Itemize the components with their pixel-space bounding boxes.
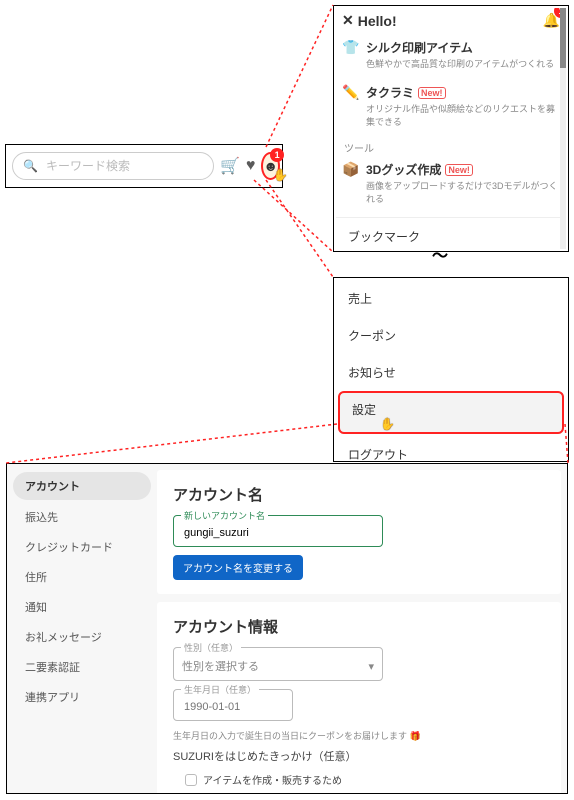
cube-icon: 📦 <box>342 161 359 178</box>
reason-title: SUZURIをはじめたきっかけ（任意） <box>173 748 545 764</box>
settings-main: アカウント名 新しいアカウント名 アカウント名を変更する アカウント情報 性別（… <box>157 464 567 793</box>
menu-item-desc: オリジナル作品や似顔絵などのリクエストを募集できる <box>366 102 562 128</box>
field-label: 新しいアカウント名 <box>181 509 268 522</box>
menu-item-label: 3Dグッズ作成 <box>366 161 441 178</box>
menu-item-label: シルク印刷アイテム <box>366 39 473 56</box>
cursor-icon: ✋ <box>273 168 288 182</box>
apparel-icon: 👕 <box>342 39 359 56</box>
bell-badge: 1 <box>554 8 566 18</box>
search-icon: 🔍 <box>23 159 38 173</box>
menu-item-sales[interactable]: 売上 <box>336 280 566 317</box>
sidebar-item-credit-card[interactable]: クレジットカード <box>13 532 151 562</box>
field-label: 生年月日（任意） <box>181 683 259 696</box>
sidebar-item-account[interactable]: アカウント <box>13 472 151 500</box>
menu-item-coupon[interactable]: クーポン <box>336 317 566 354</box>
ellipsis-wave: 〜 <box>432 242 448 266</box>
change-account-name-button[interactable]: アカウント名を変更する <box>173 555 303 580</box>
dob-field[interactable]: 生年月日（任意） <box>173 689 293 721</box>
search-input-wrapper[interactable]: 🔍 <box>12 152 214 180</box>
menu-item-settings[interactable]: 設定 ✋ <box>338 391 564 434</box>
menu-item-bookmark[interactable]: ブックマーク <box>336 218 566 249</box>
sidebar-item-2fa[interactable]: 二要素認証 <box>13 652 151 682</box>
menu-item-desc: 色鮮やかで高品質な印刷のアイテムがつくれる <box>366 57 562 70</box>
dropdown-greeting: Hello! <box>358 13 397 29</box>
sidebar-item-bank[interactable]: 振込先 <box>13 502 151 532</box>
sidebar-item-address[interactable]: 住所 <box>13 562 151 592</box>
dropdown-header: ✕ Hello! 🔔 1 <box>336 8 566 33</box>
reason-option-create-sell[interactable]: アイテムを作成・販売するため <box>173 768 545 791</box>
sidebar-item-integrations[interactable]: 連携アプリ <box>13 682 151 712</box>
account-dropdown-bottom: 売上 クーポン お知らせ 設定 ✋ ログアウト <box>333 277 569 462</box>
menu-item-desc: 画像をアップロードするだけで3Dモデルがつくれる <box>366 179 562 205</box>
dob-note: 生年月日の入力で誕生日の当日にクーポンをお届けします 🎁 <box>173 729 545 742</box>
section-label-tool: ツール <box>336 136 566 155</box>
gender-value: 性別を選択する <box>182 658 259 674</box>
section-title-account-info: アカウント情報 <box>173 616 545 637</box>
account-dropdown-top: ✕ Hello! 🔔 1 👕 シルク印刷アイテム 色鮮やかで高品質な印刷のアイテ… <box>333 5 569 252</box>
account-name-card: アカウント名 新しいアカウント名 アカウント名を変更する <box>157 470 561 594</box>
menu-item-silk-print[interactable]: 👕 シルク印刷アイテム 色鮮やかで高品質な印刷のアイテムがつくれる <box>336 33 566 78</box>
dob-input[interactable] <box>182 700 284 714</box>
heart-icon[interactable]: ♥ <box>246 157 256 175</box>
pen-icon: ✏️ <box>342 84 359 101</box>
menu-item-label: 設定 <box>352 403 376 417</box>
gender-select[interactable]: 性別（任意） 性別を選択する ▾ <box>173 647 383 681</box>
new-badge: New! <box>418 87 446 99</box>
account-name-field[interactable]: 新しいアカウント名 <box>173 515 383 547</box>
settings-sidebar: アカウント 振込先 クレジットカード 住所 通知 お礼メッセージ 二要素認証 連… <box>7 464 157 793</box>
account-name-input[interactable] <box>182 526 374 540</box>
cursor-icon: ✋ <box>380 417 395 431</box>
cart-icon[interactable]: 🛒 <box>220 156 240 176</box>
account-info-card: アカウント情報 性別（任意） 性別を選択する ▾ 生年月日（任意） 生年月日の入… <box>157 602 561 793</box>
close-icon[interactable]: ✕ <box>342 12 354 29</box>
avatar-menu-button[interactable]: ☻ 1 ✋ <box>261 152 280 180</box>
sidebar-item-thanks-message[interactable]: お礼メッセージ <box>13 622 151 652</box>
notification-badge: 1 <box>270 148 284 162</box>
search-toolbar: 🔍 🛒 ♥ ☻ 1 ✋ <box>5 144 283 188</box>
menu-item-news[interactable]: お知らせ <box>336 354 566 391</box>
new-badge: New! <box>445 164 473 176</box>
menu-item-3d-goods[interactable]: 📦 3Dグッズ作成 New! 画像をアップロードするだけで3Dモデルがつくれる <box>336 155 566 213</box>
sidebar-item-notification[interactable]: 通知 <box>13 592 151 622</box>
field-label: 性別（任意） <box>181 641 241 654</box>
menu-item-label: タクラミ <box>366 84 414 101</box>
checkbox-icon <box>185 774 197 786</box>
search-input[interactable] <box>44 158 203 174</box>
settings-page: アカウント 振込先 クレジットカード 住所 通知 お礼メッセージ 二要素認証 連… <box>6 463 568 794</box>
menu-item-takurami[interactable]: ✏️ タクラミ New! オリジナル作品や似顔絵などのリクエストを募集できる <box>336 78 566 136</box>
bell-icon[interactable]: 🔔 1 <box>543 12 560 29</box>
section-title-account-name: アカウント名 <box>173 484 545 505</box>
chevron-down-icon: ▾ <box>368 660 374 673</box>
checkbox-label: アイテムを作成・販売するため <box>203 772 342 787</box>
reason-option-buy[interactable]: 誰かのアイテムを購入するため <box>173 791 545 793</box>
